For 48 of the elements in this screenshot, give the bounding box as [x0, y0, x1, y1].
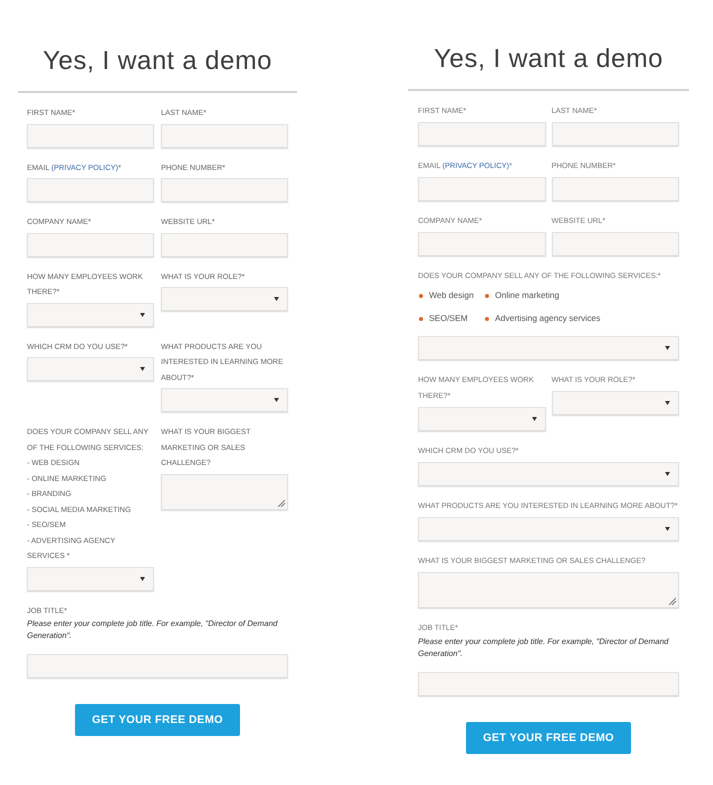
dropdown-field[interactable]: [27, 357, 154, 381]
caret-icon: [665, 472, 670, 476]
text-field[interactable]: [418, 177, 546, 201]
text-field[interactable]: [161, 232, 288, 256]
text-field[interactable]: [552, 232, 679, 256]
dropdown-field[interactable]: [27, 566, 154, 590]
text-area[interactable]: [418, 572, 679, 608]
text-field[interactable]: [552, 122, 679, 146]
caret-icon: [274, 398, 279, 402]
caret-icon: [532, 417, 536, 421]
caret-icon: [665, 346, 670, 350]
dropdown-field[interactable]: [418, 336, 679, 360]
text-field[interactable]: [27, 124, 154, 148]
text-field[interactable]: [161, 124, 288, 148]
text-field[interactable]: [418, 232, 546, 256]
dropdown-field[interactable]: [552, 391, 679, 415]
service-item: Advertising agency services: [495, 312, 600, 325]
submit-button[interactable]: GET YOUR FREE DEMO: [75, 704, 240, 736]
service-item: SEO/SEM: [429, 312, 468, 325]
text-field[interactable]: [27, 178, 154, 202]
resize-grip-icon: [669, 598, 676, 605]
text-field[interactable]: [418, 122, 546, 146]
text-field[interactable]: [161, 178, 288, 202]
form-title: Yes, I want a demo: [42, 44, 274, 76]
text-area[interactable]: [161, 474, 288, 510]
caret-icon: [140, 576, 145, 580]
text-field[interactable]: [27, 232, 154, 256]
dropdown-field[interactable]: [161, 287, 288, 311]
caret-icon: [274, 297, 279, 301]
caret-icon: [140, 367, 145, 371]
form-title: Yes, I want a demo: [432, 42, 664, 74]
service-item: Web design: [429, 289, 474, 302]
caret-icon: [665, 527, 670, 531]
field-hint: Please enter your complete job title. For example, "Director of Demand Generation".: [27, 618, 279, 642]
dropdown-field[interactable]: [418, 517, 679, 541]
service-item: Online marketing: [495, 289, 560, 302]
submit-button[interactable]: GET YOUR FREE DEMO: [466, 722, 631, 754]
dropdown-field[interactable]: [418, 407, 546, 431]
dropdown-field[interactable]: [418, 462, 679, 486]
text-field[interactable]: [418, 672, 679, 696]
caret-icon: [140, 312, 145, 316]
resize-grip-icon: [278, 500, 285, 506]
text-field[interactable]: [552, 177, 679, 201]
dropdown-field[interactable]: [27, 302, 154, 326]
caret-icon: [665, 401, 670, 405]
text-field[interactable]: [27, 654, 288, 678]
dropdown-field[interactable]: [161, 388, 288, 412]
field-hint: Please enter your complete job title. For example, "Director of Demand Generation".: [418, 636, 670, 660]
